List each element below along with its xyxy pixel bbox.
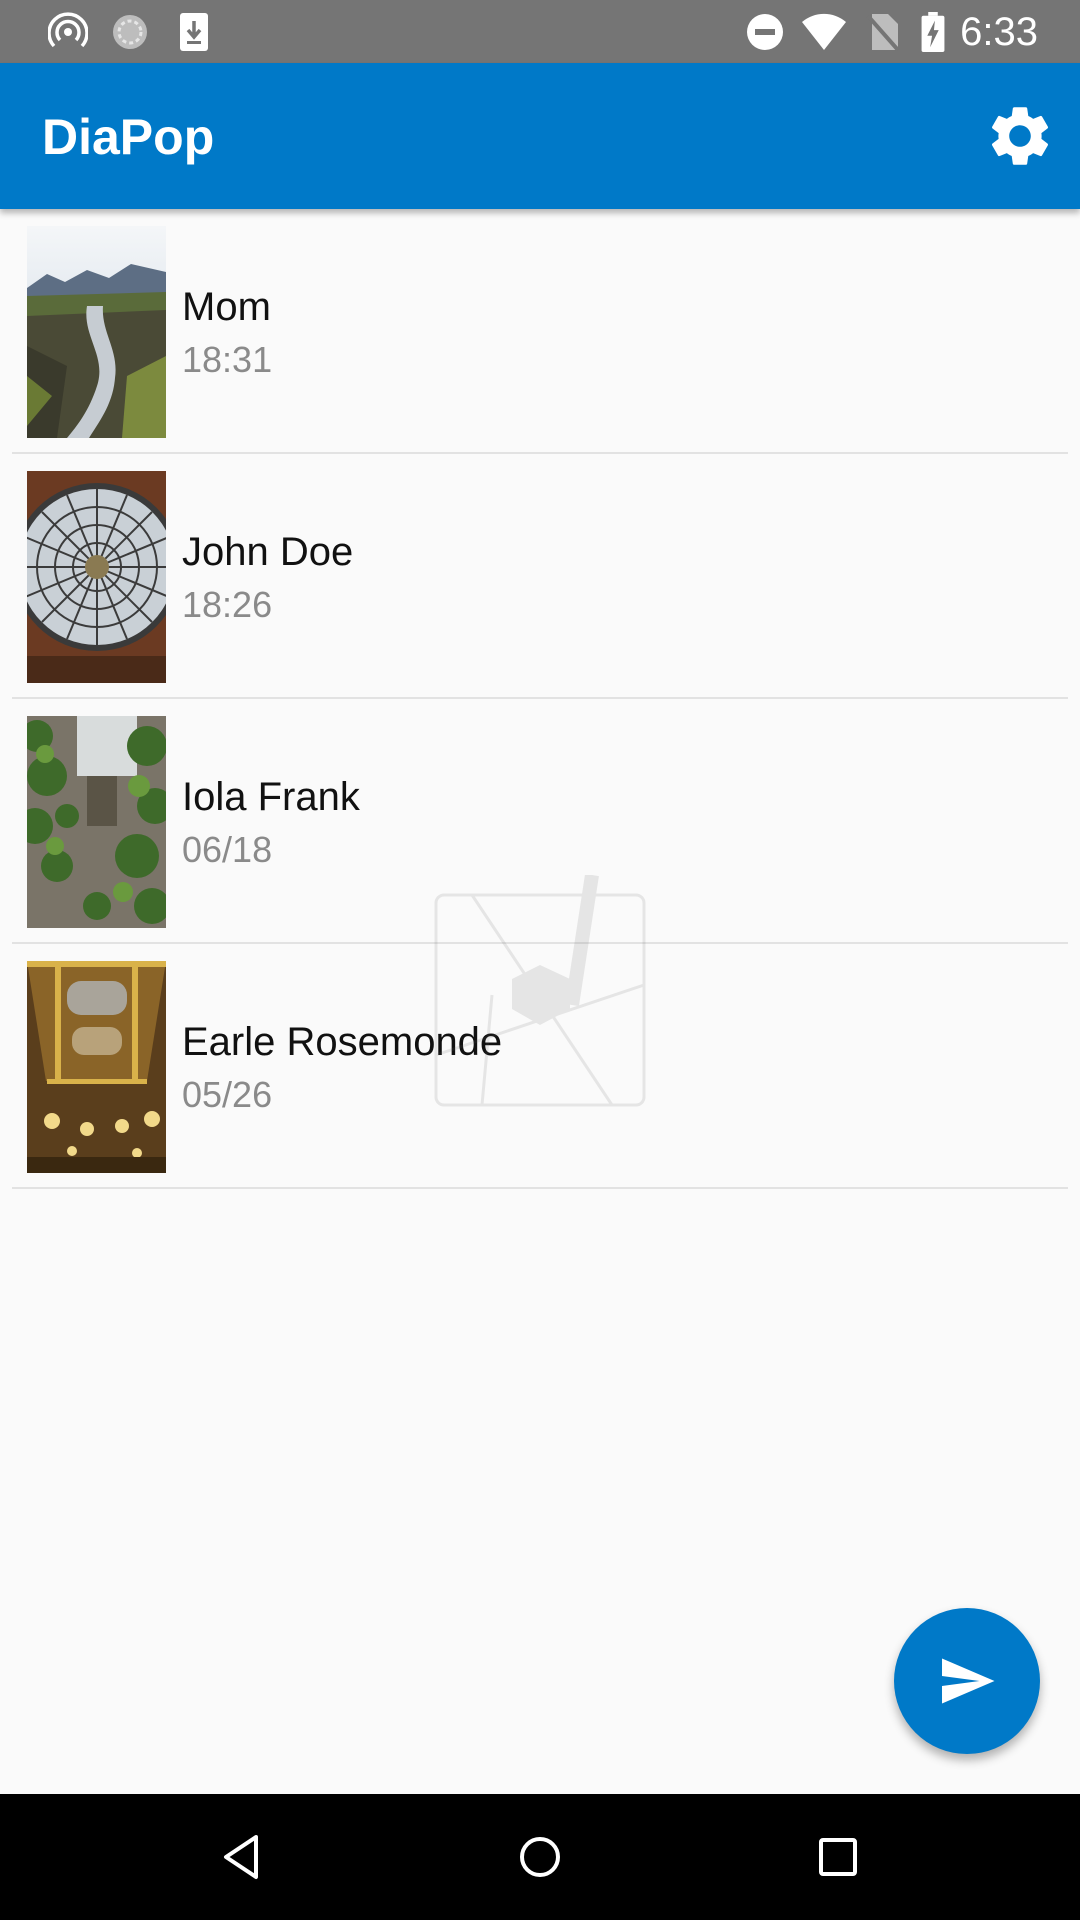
mountain-river-photo [27, 226, 166, 438]
thumbnail-image [27, 471, 166, 683]
home-icon[interactable] [510, 1827, 570, 1887]
divider [12, 1187, 1068, 1189]
thumbnail-image [27, 226, 166, 438]
contact-name: Mom [182, 285, 271, 329]
thumbnail-image [27, 961, 166, 1173]
navigation-bar [0, 1794, 1080, 1920]
opera-ceiling-photo [27, 961, 166, 1173]
list-item[interactable]: Iola Frank 06/18 [0, 699, 1080, 944]
send-icon [942, 1658, 995, 1704]
thumbnail-image [27, 716, 166, 928]
do-not-disturb-icon [747, 14, 783, 50]
message-time: 05/26 [182, 1074, 273, 1115]
status-time: 6:33 [960, 10, 1038, 54]
back-icon[interactable] [212, 1827, 272, 1887]
wifi-icon [802, 13, 846, 50]
recents-icon[interactable] [808, 1827, 868, 1887]
ivy-stone-wall-photo [27, 716, 166, 928]
sync-icon [113, 15, 147, 49]
message-time: 18:26 [182, 584, 273, 625]
send-button[interactable] [894, 1608, 1040, 1754]
glass-dome-photo [27, 471, 166, 683]
contact-name: John Doe [182, 530, 354, 574]
contact-name: Iola Frank [182, 775, 360, 819]
message-time: 18:31 [182, 339, 273, 380]
conversation-list: Mom 18:31 John Doe 18:26 Iola Frank 06/1… [0, 209, 1080, 1189]
list-item[interactable]: Earle Rosemonde 05/26 [0, 944, 1080, 1189]
contact-name: Earle Rosemonde [182, 1020, 503, 1064]
download-icon [180, 13, 208, 51]
message-time: 06/18 [182, 829, 273, 870]
list-item[interactable]: Mom 18:31 [0, 209, 1080, 454]
app-bar: DiaPop [0, 63, 1080, 209]
screen: 6:33 DiaPop Mom 18:31 John Doe 18:26 Iol… [0, 0, 1080, 1920]
battery-charging-icon [921, 12, 945, 52]
status-bar: 6:33 [0, 0, 1080, 63]
list-item[interactable]: John Doe 18:26 [0, 454, 1080, 699]
hotspot-icon [48, 12, 88, 48]
gear-icon [991, 107, 1049, 165]
settings-button[interactable] [984, 100, 1056, 172]
app-title: DiaPop [42, 109, 215, 165]
no-sim-icon [866, 14, 900, 52]
